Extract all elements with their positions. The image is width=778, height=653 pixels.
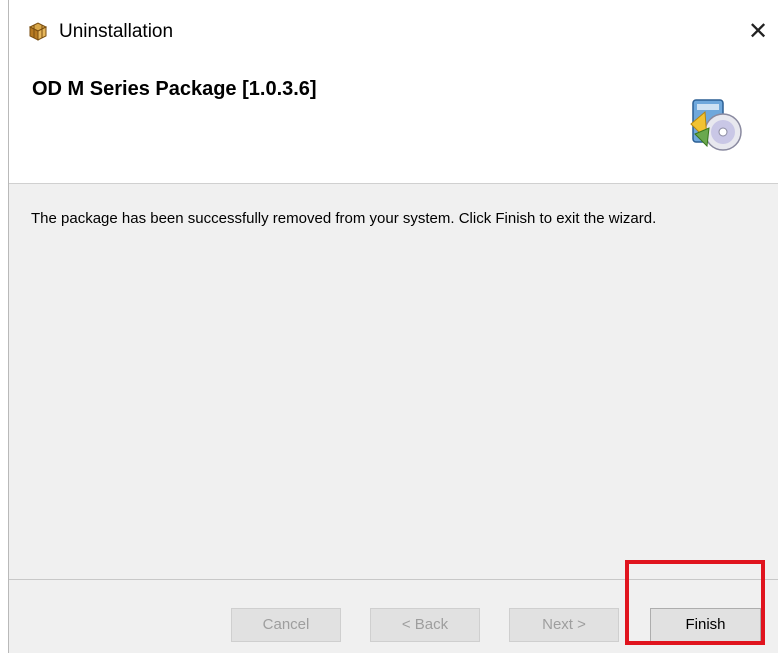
close-button[interactable]: ✕ (743, 16, 773, 46)
wizard-content: The package has been successfully remove… (9, 184, 778, 580)
uninstall-dialog: Uninstallation ✕ OD M Series Package [1.… (8, 0, 778, 653)
next-button[interactable]: Next > (509, 608, 619, 642)
package-box-icon (27, 20, 49, 42)
wizard-header: OD M Series Package [1.0.3.6] (9, 52, 778, 184)
finish-button[interactable]: Finish (650, 608, 761, 642)
title-bar: Uninstallation ✕ (9, 14, 778, 52)
button-bar: Cancel < Back Next > Finish (9, 580, 778, 653)
back-button[interactable]: < Back (370, 608, 480, 642)
package-title: OD M Series Package [1.0.3.6] (32, 78, 317, 100)
install-disc-icon (685, 94, 745, 154)
window-title: Uninstallation (59, 21, 174, 42)
cancel-button[interactable]: Cancel (231, 608, 341, 642)
completion-message: The package has been successfully remove… (31, 210, 657, 227)
